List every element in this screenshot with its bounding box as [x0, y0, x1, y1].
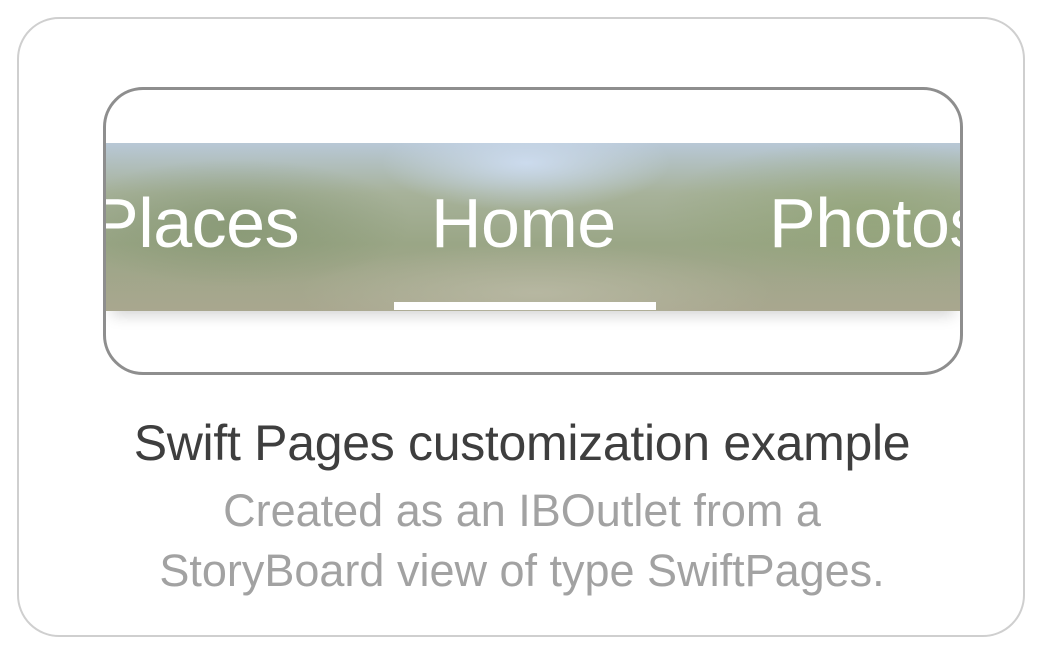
phone-preview-frame: Places Home Photos [103, 87, 963, 375]
caption-title: Swift Pages customization example [133, 415, 911, 471]
tab-photos[interactable]: Photos [769, 183, 960, 263]
tab-home[interactable]: Home [431, 183, 616, 263]
selected-tab-indicator [394, 302, 656, 310]
caption-subtitle-line-2: StoryBoard view of type SwiftPages. [159, 545, 885, 596]
swift-pages-tab-bar: Places Home Photos [106, 143, 960, 311]
caption-subtitle-line-1: Created as an IBOutlet from a [223, 485, 821, 536]
tab-places[interactable]: Places [106, 183, 300, 263]
